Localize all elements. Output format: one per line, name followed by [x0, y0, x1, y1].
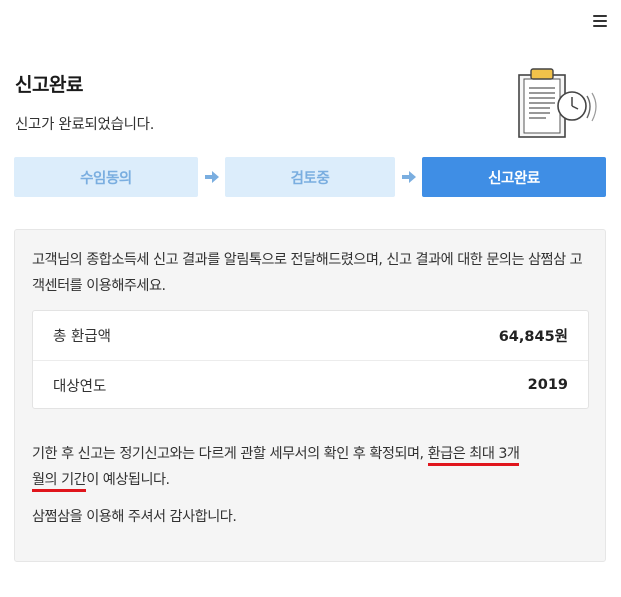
progress-steps: 수임동의 검토중 신고완료: [14, 157, 606, 197]
notice-text-end: 이 예상됩니다.: [86, 472, 170, 488]
step-consent: 수임동의: [14, 157, 198, 197]
year-value: 2019: [527, 377, 568, 393]
refund-label: 총 환급액: [53, 329, 111, 345]
page-header: 신고완료 신고가 완료되었습니다.: [15, 70, 154, 134]
refund-notice: 기한 후 신고는 정기신고와는 다르게 관할 세무서의 확인 후 확정되며, 환…: [32, 441, 594, 493]
notice-highlight-cont: 월의 기간: [32, 472, 87, 492]
page-subtitle: 신고가 완료되었습니다.: [15, 117, 155, 133]
page-title: 신고완료: [15, 74, 83, 96]
step-complete: 신고완료: [422, 157, 606, 197]
arrow-right-icon: [198, 157, 225, 197]
result-panel: 고객님의 종합소득세 신고 결과를 알림톡으로 전달해드렸으며, 신고 결과에 …: [14, 229, 606, 562]
year-label: 대상연도: [53, 378, 107, 395]
thanks-message: 삼쩜삼을 이용해 주셔서 감사합니다.: [32, 509, 237, 525]
summary-table: 총 환급액 64,845원 대상연도 2019: [32, 310, 589, 409]
refund-amount: 64,845원: [498, 329, 568, 345]
hamburger-menu-icon[interactable]: [593, 14, 607, 28]
step-reviewing: 검토중: [225, 157, 395, 197]
notice-text: 기한 후 신고는 정기신고와는 다르게 관할 세무서의 확인 후 확정되며,: [32, 446, 428, 462]
summary-row-year: 대상연도 2019: [33, 360, 588, 409]
info-message: 고객님의 종합소득세 신고 결과를 알림톡으로 전달해드렸으며, 신고 결과에 …: [32, 252, 583, 294]
notice-highlight: 환급은 최대 3개: [427, 446, 520, 466]
summary-row-refund: 총 환급액 64,845원: [33, 311, 588, 360]
arrow-right-icon: [395, 157, 422, 197]
clipboard-clock-icon: [518, 68, 597, 138]
